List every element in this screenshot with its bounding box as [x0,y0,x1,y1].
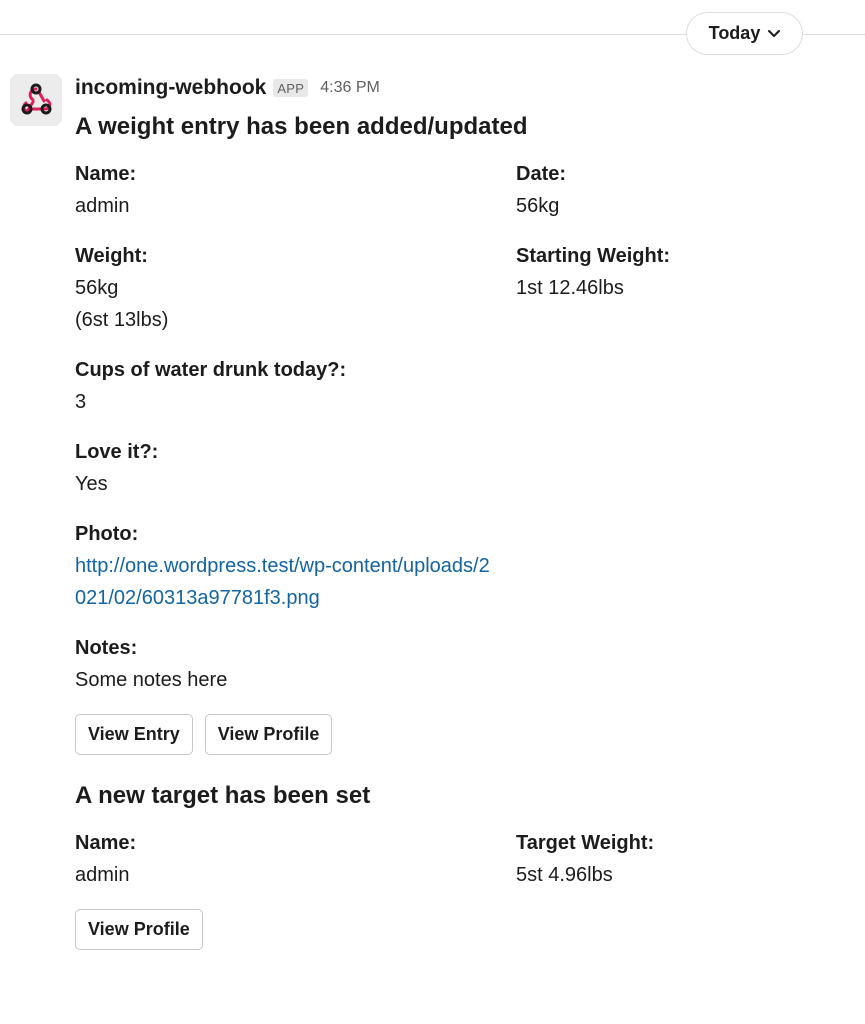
field-target-weight: Target Weight: 5st 4.96lbs [516,827,816,891]
field-value: admin [75,864,130,886]
field-row: Name: admin Target Weight: 5st 4.96lbs [75,827,835,891]
view-entry-button[interactable]: View Entry [75,714,193,755]
field-label: Name: [75,832,137,854]
field-starting-weight: Starting Weight: 1st 12.46lbs [516,240,816,336]
field-label: Weight: [75,245,148,267]
field-row: Weight: 56kg (6st 13lbs) Starting Weight… [75,240,835,336]
field-row: Photo: http://one.wordpress.test/wp-cont… [75,518,835,614]
photo-link[interactable]: http://one.wordpress.test/wp-content/upl… [75,550,495,614]
sender-name[interactable]: incoming-webhook [75,76,266,100]
field-name: Name: admin [75,827,516,891]
field-date: Date: 56kg [516,158,816,222]
field-value: 5st 4.96lbs [516,864,613,886]
field-photo: Photo: http://one.wordpress.test/wp-cont… [75,518,516,614]
field-label: Photo: [75,523,139,545]
field-value: 3 [75,391,87,413]
field-row: Notes: Some notes here [75,632,835,696]
slack-channel-view: Today incoming-webhook APP 4:36 PM A wei… [0,0,865,1024]
field-label: Love it?: [75,441,159,463]
fields: Name: admin Target Weight: 5st 4.96lbs [75,827,835,891]
field-row: Name: admin Date: 56kg [75,158,835,222]
field-notes: Notes: Some notes here [75,632,516,696]
action-buttons: View Profile [75,909,835,950]
day-divider-label: Today [708,23,761,43]
field-value: Some notes here [75,669,228,691]
field-label: Name: [75,163,137,185]
fields: Name: admin Date: 56kg Weight: 56kg (6st… [75,158,835,696]
weight-entry-block: A weight entry has been added/updated Na… [75,112,835,755]
message-header: incoming-webhook APP 4:36 PM [75,72,835,104]
webhook-icon [16,78,56,123]
field-label: Starting Weight: [516,245,671,267]
field-value: 56kg [516,195,560,217]
target-block: A new target has been set Name: admin Ta… [75,781,835,950]
field-value: 56kg (6st 13lbs) [75,277,169,331]
block-title: A new target has been set [75,782,371,809]
day-divider-button[interactable]: Today [686,12,803,55]
field-label: Notes: [75,637,138,659]
field-label: Cups of water drunk today?: [75,359,347,381]
field-weight: Weight: 56kg (6st 13lbs) [75,240,516,336]
chevron-down-icon [768,28,781,40]
message-content: incoming-webhook APP 4:36 PM A weight en… [75,72,835,950]
field-love: Love it?: Yes [75,436,516,500]
field-row: Love it?: Yes [75,436,835,500]
field-name: Name: admin [75,158,516,222]
action-buttons: View Entry View Profile [75,714,835,755]
field-value: admin [75,195,130,217]
field-water: Cups of water drunk today?: 3 [75,354,516,418]
message-timestamp[interactable]: 4:36 PM [320,79,380,97]
field-label: Date: [516,163,567,185]
field-row: Cups of water drunk today?: 3 [75,354,835,418]
field-label: Target Weight: [516,832,655,854]
block-title: A weight entry has been added/updated [75,113,528,140]
field-value: 1st 12.46lbs [516,277,624,299]
app-badge: APP [273,79,309,97]
view-profile-button[interactable]: View Profile [75,909,203,950]
field-value: Yes [75,473,108,495]
view-profile-button[interactable]: View Profile [204,714,333,755]
webhook-avatar[interactable] [10,74,62,126]
